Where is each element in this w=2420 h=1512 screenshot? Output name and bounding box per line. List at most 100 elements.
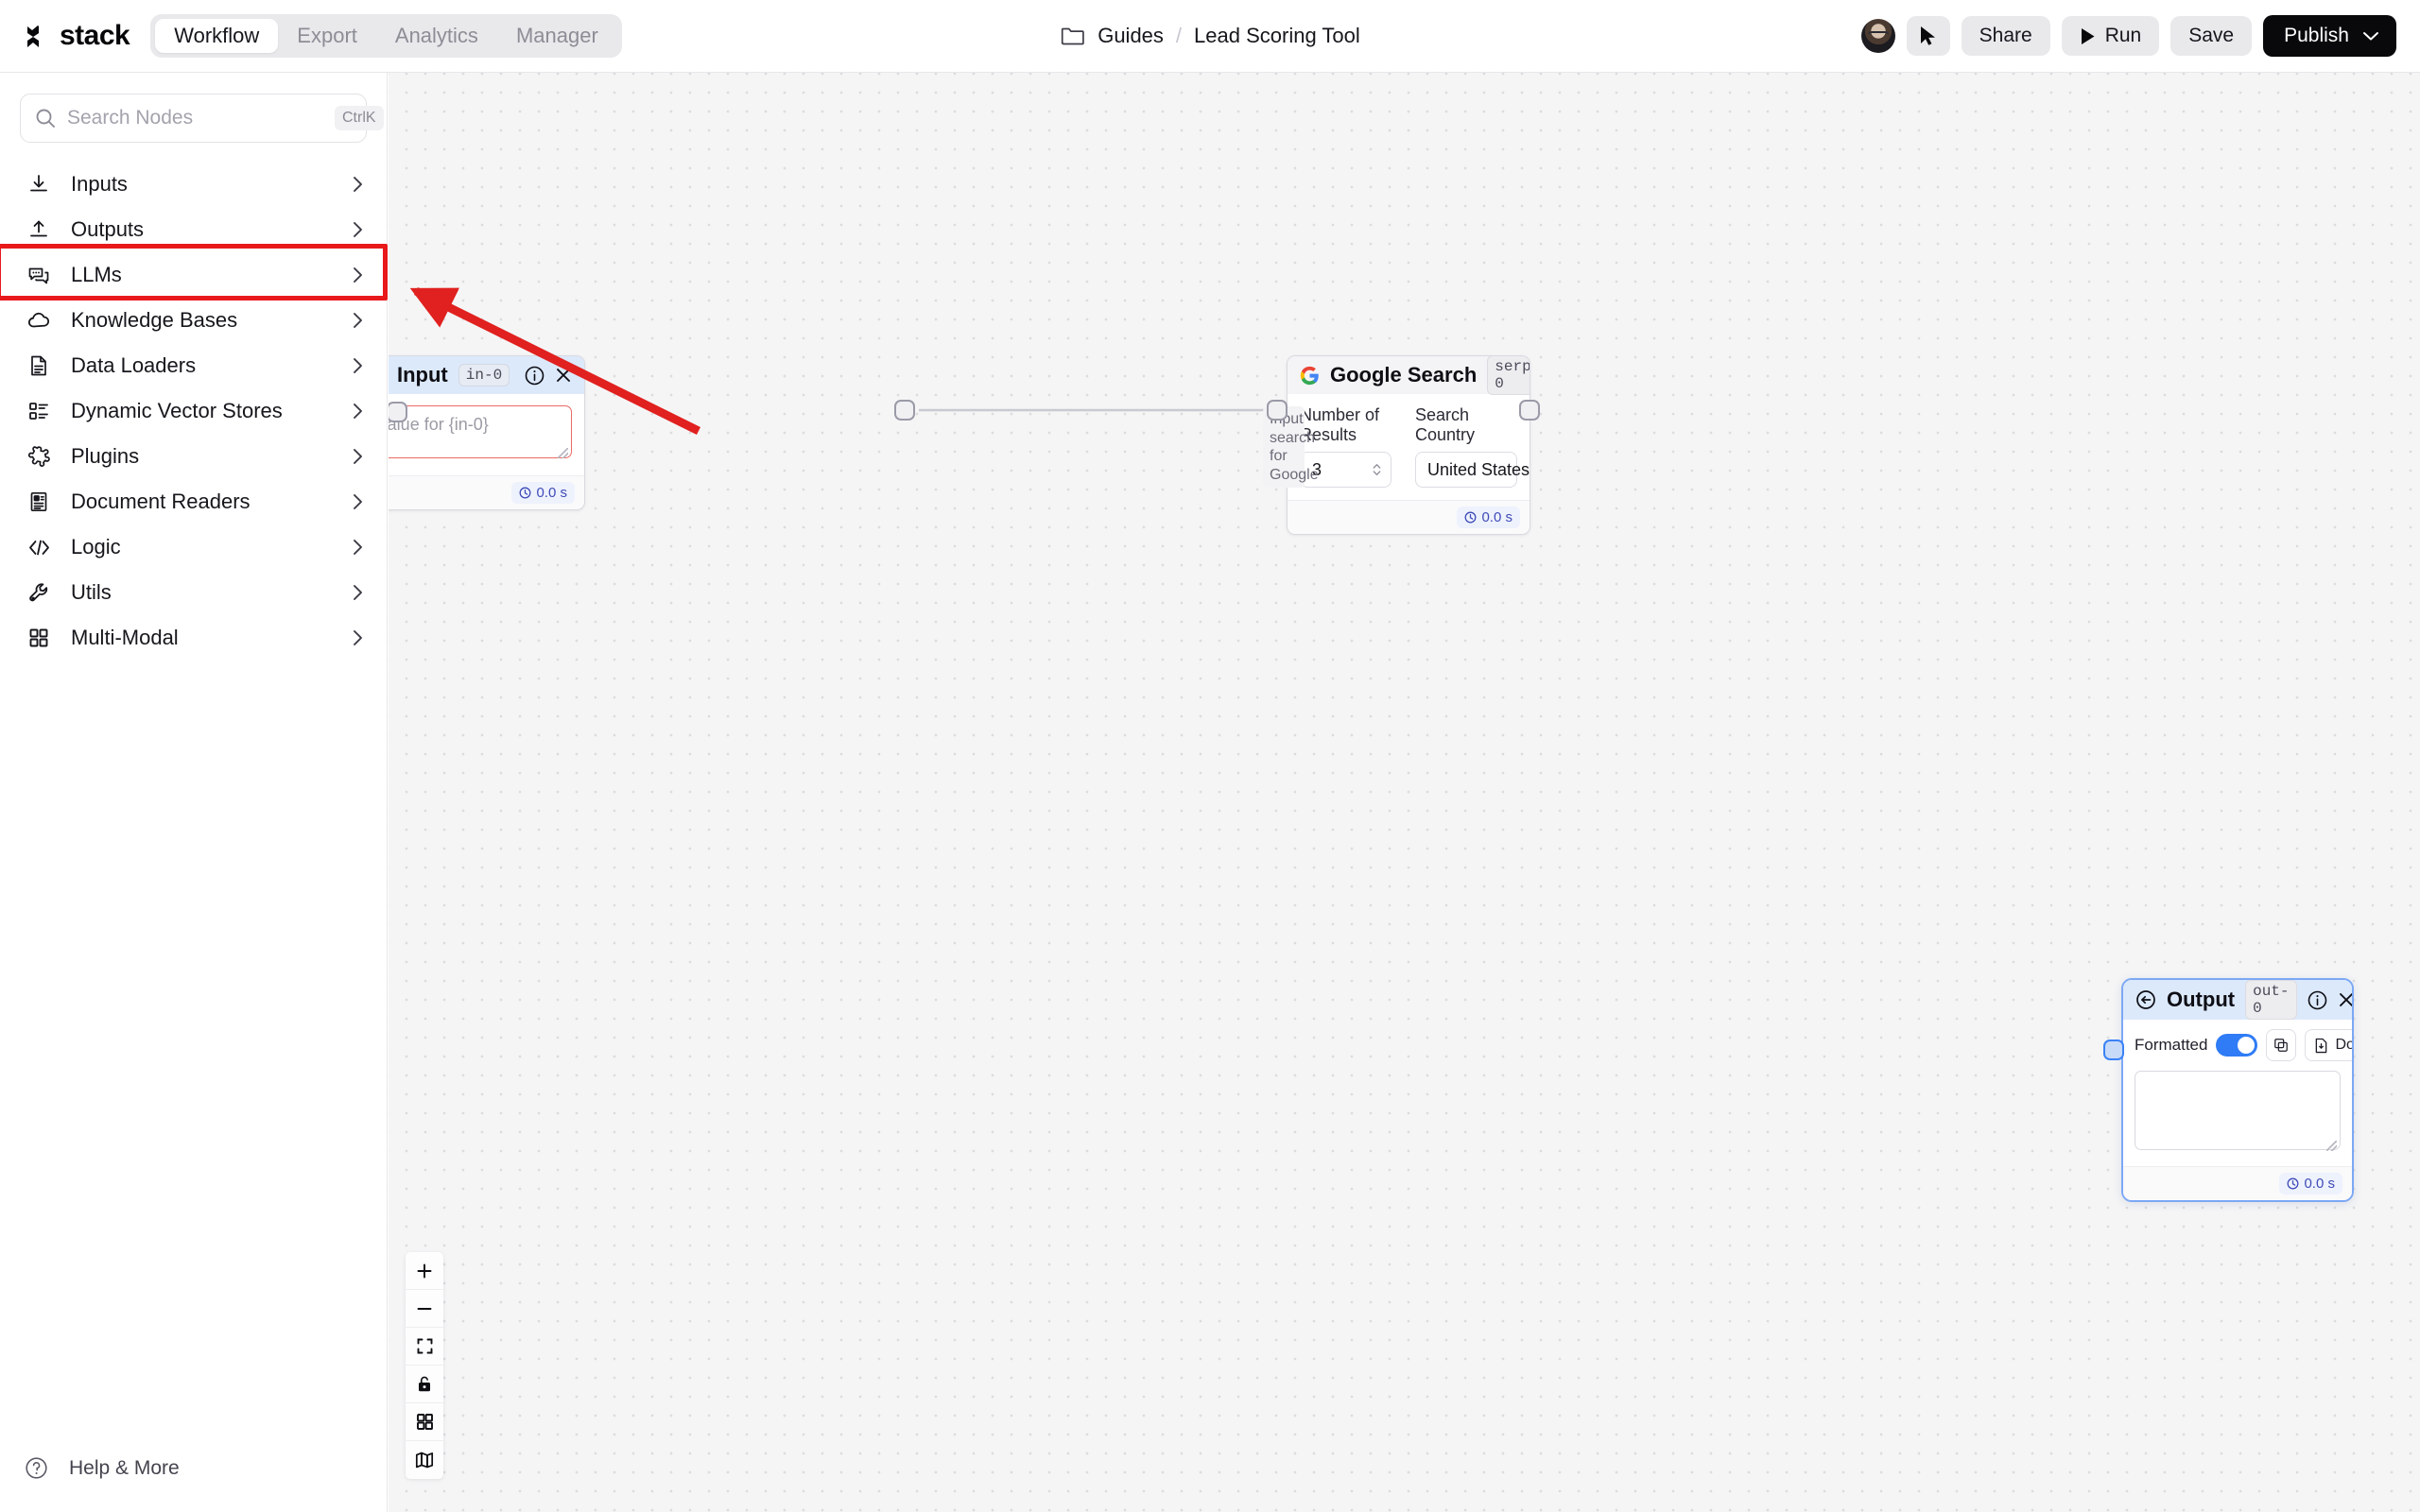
node-google-body: Number of Results 3 Search Country Unite… <box>1288 394 1530 500</box>
sidebar-item-data-loaders[interactable]: Data Loaders <box>0 343 387 388</box>
chevron-right-icon <box>352 266 364 284</box>
list-blocks-icon <box>26 399 51 423</box>
download-label: Download <box>2335 1037 2354 1053</box>
help-and-more-button[interactable]: Help & More <box>0 1455 180 1481</box>
grid-squares-icon <box>26 626 51 650</box>
sidebar-item-label: Plugins <box>71 444 140 468</box>
chat-bubbles-icon <box>26 263 51 287</box>
node-input-actions <box>525 366 573 386</box>
search-input[interactable] <box>67 107 323 129</box>
cursor-arrow-icon <box>1919 26 1937 46</box>
sidebar-item-outputs[interactable]: Outputs <box>0 207 387 252</box>
node-output-title: Output <box>2167 988 2236 1011</box>
sidebar-item-label: Outputs <box>71 217 145 241</box>
breadcrumb-current[interactable]: Lead Scoring Tool <box>1194 24 1360 48</box>
search-shortcut-badge: CtrlK <box>335 106 384 130</box>
node-google-footer: 0.0 s <box>1288 500 1530 534</box>
close-icon[interactable] <box>2337 990 2352 1009</box>
copy-button[interactable] <box>2266 1029 2297 1061</box>
zoom-out-button[interactable] <box>406 1290 443 1328</box>
node-output[interactable]: Output out-0 Formatted Downlo <box>2121 978 2354 1202</box>
output-toolbar: Formatted Download Clear <box>2135 1029 2352 1061</box>
output-node-left-handle[interactable] <box>2103 1040 2124 1060</box>
search-nodes-box[interactable]: CtrlK <box>20 94 384 143</box>
input-value-field[interactable] <box>389 405 572 458</box>
tab-analytics[interactable]: Analytics <box>376 19 497 53</box>
info-icon[interactable] <box>2308 990 2327 1010</box>
edges-layer <box>919 408 1268 412</box>
runtime-label: 0.0 s <box>536 485 567 501</box>
runtime-label: 0.0 s <box>1481 509 1512 525</box>
run-button[interactable]: Run <box>2061 16 2160 56</box>
tab-workflow[interactable]: Workflow <box>155 19 279 53</box>
input-node-right-handle[interactable] <box>894 400 915 421</box>
node-output-chip: out-0 <box>2245 980 2297 1020</box>
sidebar-item-plugins[interactable]: Plugins <box>0 434 387 479</box>
node-google-header[interactable]: Google Search serpapi-0 <box>1288 356 1530 395</box>
download-button[interactable]: Download <box>2305 1029 2354 1061</box>
sidebar-item-dynamic-vector-stores[interactable]: Dynamic Vector Stores <box>0 388 387 434</box>
publish-button[interactable]: Publish <box>2263 15 2396 57</box>
node-output-header[interactable]: Output out-0 <box>2123 980 2352 1020</box>
node-input-footer: 0.0 s <box>389 475 584 509</box>
node-output-runtime: 0.0 s <box>2279 1173 2342 1194</box>
chevron-right-icon <box>352 447 364 466</box>
node-input-body <box>389 394 584 475</box>
input-node-left-handle[interactable] <box>389 402 407 422</box>
sidebar-item-label: Dynamic Vector Stores <box>71 399 283 422</box>
chevron-right-icon <box>352 220 364 239</box>
breadcrumb-parent[interactable]: Guides <box>1098 24 1164 48</box>
tab-export[interactable]: Export <box>278 19 376 53</box>
share-button[interactable]: Share <box>1961 16 2050 56</box>
save-button[interactable]: Save <box>2170 16 2253 56</box>
output-text-area[interactable] <box>2135 1071 2341 1150</box>
sidebar-item-llms[interactable]: LLMs <box>0 252 387 298</box>
node-category-list: Inputs Outputs LLMs Knowledge Bases Data… <box>0 162 387 661</box>
chevron-right-icon <box>352 583 364 602</box>
search-country-select[interactable]: United Statesus <box>1415 452 1530 488</box>
arrow-out-circle-icon <box>2135 989 2156 1010</box>
chevron-right-icon <box>352 538 364 557</box>
formatted-toggle[interactable] <box>2216 1034 2258 1057</box>
resize-grip[interactable] <box>558 448 568 458</box>
lock-button[interactable] <box>406 1366 443 1403</box>
field-value: United Statesus <box>1427 460 1530 480</box>
sidebar-item-knowledge-bases[interactable]: Knowledge Bases <box>0 298 387 343</box>
sidebar-item-utils[interactable]: Utils <box>0 570 387 615</box>
chevron-right-icon <box>352 492 364 511</box>
tab-manager[interactable]: Manager <box>497 19 617 53</box>
close-icon[interactable] <box>554 366 573 385</box>
user-avatar[interactable] <box>1860 19 1895 53</box>
node-output-footer: 0.0 s <box>2123 1166 2352 1200</box>
google-node-right-handle[interactable] <box>1519 400 1540 421</box>
info-icon[interactable] <box>525 366 544 386</box>
node-input-header[interactable]: Input in-0 <box>389 356 584 394</box>
formatted-label: Formatted <box>2135 1036 2208 1054</box>
publish-label: Publish <box>2284 25 2349 46</box>
node-input[interactable]: Input in-0 0.0 s <box>389 355 585 510</box>
node-google-runtime: 0.0 s <box>1457 507 1520 528</box>
sidebar-item-label: Multi-Modal <box>71 626 179 649</box>
puzzle-piece-icon <box>26 444 51 469</box>
play-icon <box>2080 27 2096 45</box>
node-google-search[interactable]: Google Search serpapi-0 Number of Result… <box>1287 355 1530 535</box>
sidebar-item-multi-modal[interactable]: Multi-Modal <box>0 615 387 661</box>
cursor-tool-button[interactable] <box>1906 16 1950 56</box>
sidebar-item-logic[interactable]: Logic <box>0 524 387 570</box>
chevron-right-icon <box>352 356 364 375</box>
field-search-country: Search Country United Statesus <box>1415 405 1530 488</box>
stepper-icon[interactable] <box>1372 461 1382 478</box>
node-google-title: Google Search <box>1330 363 1478 387</box>
minimap-button[interactable] <box>406 1441 443 1479</box>
sidebar-item-label: Data Loaders <box>71 353 197 377</box>
grid-button[interactable] <box>406 1403 443 1441</box>
resize-grip[interactable] <box>2326 1141 2337 1151</box>
node-input-title: Input <box>397 363 448 387</box>
workflow-canvas[interactable]: Input in-0 0.0 s Input search for Goo <box>389 73 2420 1512</box>
code-brackets-icon <box>26 535 51 559</box>
sidebar-item-document-readers[interactable]: Document Readers <box>0 479 387 524</box>
sidebar-item-inputs[interactable]: Inputs <box>0 162 387 207</box>
zoom-in-button[interactable] <box>406 1252 443 1290</box>
fit-view-button[interactable] <box>406 1328 443 1366</box>
google-node-left-handle[interactable] <box>1267 400 1288 421</box>
